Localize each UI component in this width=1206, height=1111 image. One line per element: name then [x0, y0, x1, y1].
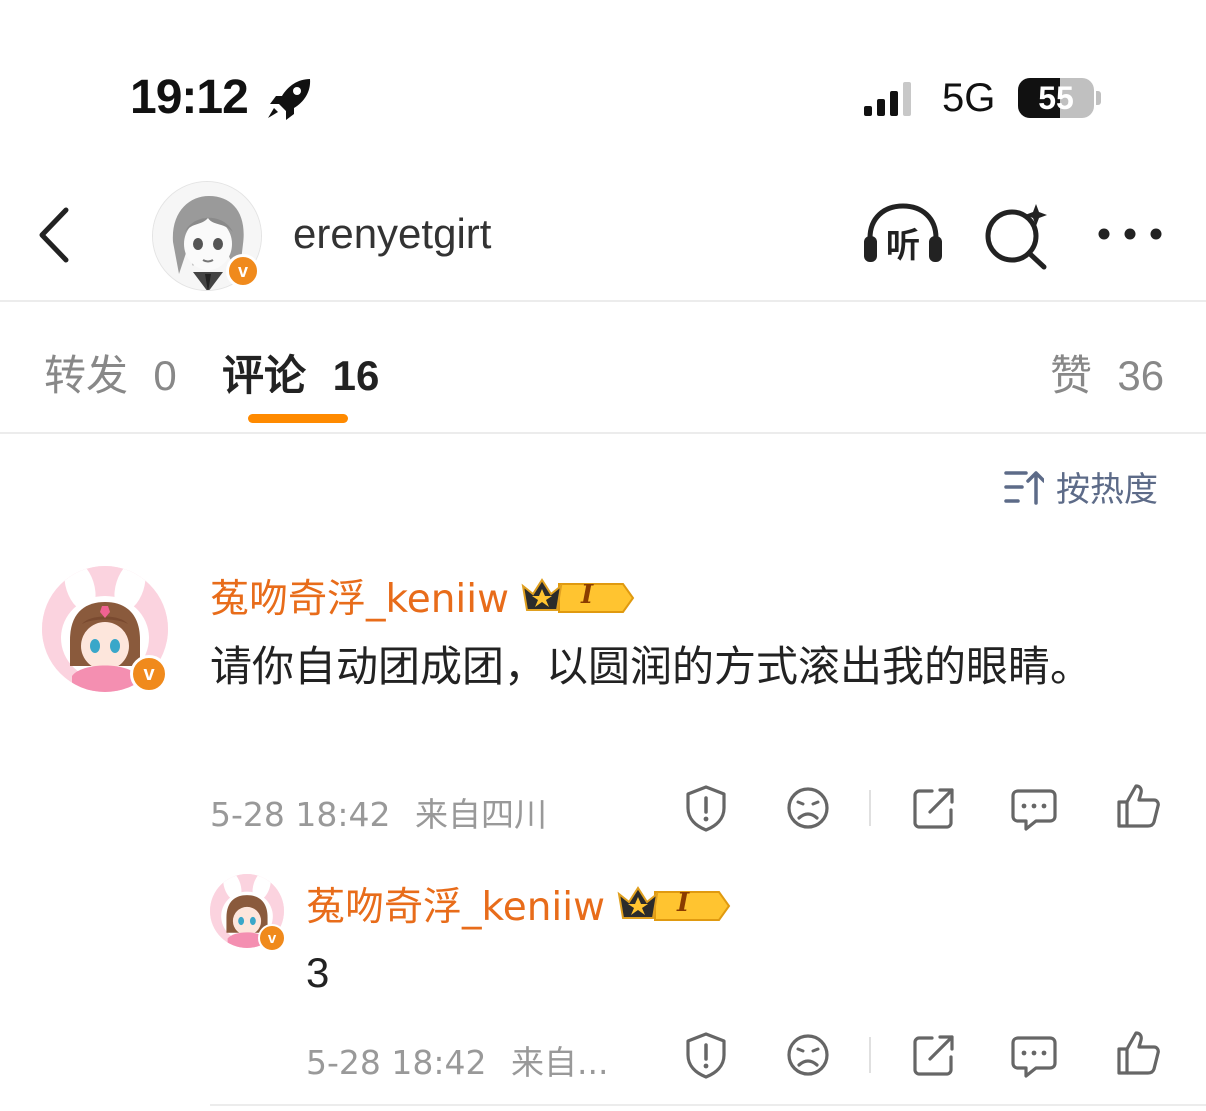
vip-level: I [676, 888, 690, 918]
sort-button[interactable]: 按热度 [1004, 462, 1158, 511]
vip-level: I [580, 580, 594, 610]
reply-icon[interactable] [1010, 1031, 1058, 1079]
reply-username[interactable]: 菟吻奇浮_keniiw [306, 876, 605, 932]
comment-username[interactable]: 菟吻奇浮_keniiw [210, 568, 509, 624]
verified-badge: v [226, 254, 260, 288]
more-icon[interactable] [1096, 222, 1164, 246]
reply-text: 3 [306, 949, 330, 996]
signal-icon [864, 82, 911, 116]
vip-crown-badge: I [615, 882, 731, 926]
header-divider [0, 300, 1206, 302]
status-time: 19:12 [130, 71, 249, 124]
tab-comments[interactable]: 评论 16 [222, 342, 379, 403]
reply-icon[interactable] [1010, 784, 1058, 832]
tab-likes-count: 36 [1117, 352, 1165, 399]
active-tab-indicator [248, 414, 348, 423]
reply-meta: 5-28 18:42 来自... [306, 1036, 608, 1084]
reply-time: 5-28 18:42 [306, 1043, 487, 1082]
dislike-face-icon[interactable] [784, 1031, 832, 1079]
battery-icon: 55 [1018, 78, 1102, 118]
comment-text: 请你自动团成团，以圆润的方式滚出我的眼睛。 [210, 642, 1093, 691]
report-icon[interactable] [682, 784, 730, 832]
share-icon[interactable] [910, 1031, 958, 1079]
listen-label: 听 [886, 226, 920, 266]
comment-header: 菟吻奇浮_keniiw I [210, 568, 635, 624]
profile-username[interactable]: erenyetgirt [293, 210, 491, 258]
tab-likes-label: 赞 [1050, 351, 1093, 400]
reply-header: 菟吻奇浮_keniiw I [306, 876, 731, 932]
like-icon[interactable] [1114, 782, 1162, 830]
comment-location: 来自四川 [415, 795, 547, 834]
tab-comments-label: 评论 [222, 351, 307, 400]
report-icon[interactable] [682, 1031, 730, 1079]
tab-repost-label: 转发 [44, 351, 129, 400]
action-separator [869, 1037, 871, 1073]
comment-divider [210, 1104, 1206, 1106]
network-label: 5G [942, 76, 996, 120]
tab-repost-count: 0 [153, 352, 177, 399]
action-separator [869, 790, 871, 826]
rocket-icon [268, 79, 311, 120]
battery-level: 55 [1038, 80, 1074, 116]
tabs-divider [0, 432, 1206, 434]
tab-repost[interactable]: 转发 0 [44, 342, 177, 403]
comment-meta: 5-28 18:42 来自四川 [210, 788, 547, 836]
tab-likes[interactable]: 赞 36 [1050, 342, 1164, 403]
dislike-face-icon[interactable] [784, 784, 832, 832]
like-icon[interactable] [1114, 1029, 1162, 1077]
share-icon[interactable] [910, 784, 958, 832]
reply-verified-badge: v [258, 924, 286, 952]
sort-label: 按热度 [1056, 470, 1158, 510]
reply-location: 来自... [511, 1043, 609, 1082]
vip-crown-badge: I [519, 574, 635, 618]
comment-verified-badge: v [130, 655, 168, 693]
sort-icon [1004, 470, 1044, 505]
comment-time: 5-28 18:42 [210, 795, 391, 834]
tab-comments-count: 16 [332, 352, 380, 399]
search-icon[interactable] [982, 200, 1052, 270]
back-icon[interactable] [30, 200, 80, 270]
listen-icon[interactable]: 听 [860, 200, 946, 270]
